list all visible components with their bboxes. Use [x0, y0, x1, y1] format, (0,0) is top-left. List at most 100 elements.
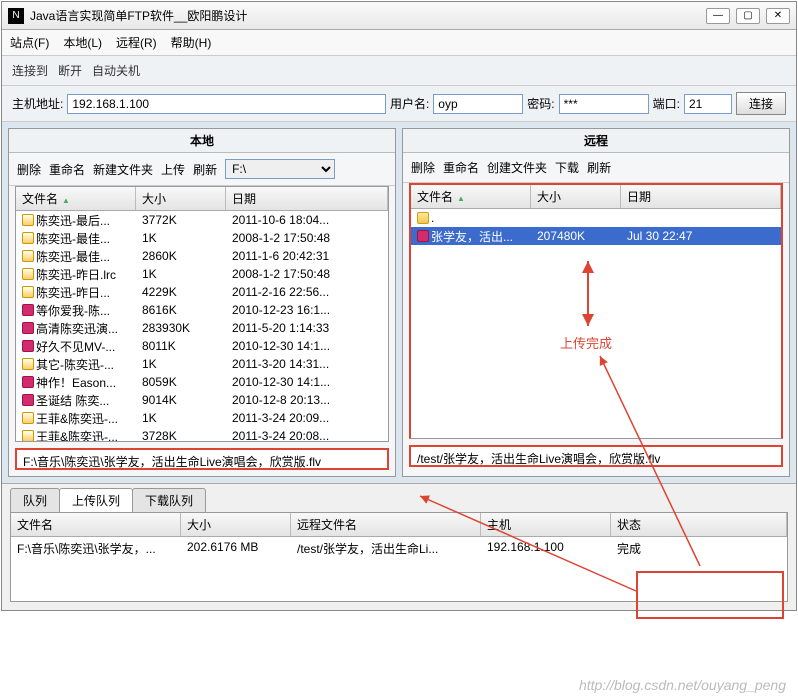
port-label: 端口: — [653, 95, 680, 112]
title-bar: N Java语言实现简单FTP软件__欧阳鹏设计 — ▢ ✕ — [2, 2, 796, 30]
file-size: 8011K — [136, 339, 226, 353]
remote-table: 文件名 大小 日期 . 张学友，活出...207480KJul 30 22:47 — [409, 183, 783, 439]
file-date: 2011-5-20 1:14:33 — [226, 321, 388, 335]
table-row[interactable]: 神作！Eason...8059K2010-12-30 14:1... — [16, 373, 388, 391]
file-date: 2011-3-24 20:08... — [226, 429, 388, 441]
local-drive-select[interactable]: F:\ — [225, 159, 335, 179]
table-row[interactable]: 高清陈奕迅演...283930K2011-5-20 1:14:33 — [16, 319, 388, 337]
remote-tbody[interactable]: . 张学友，活出...207480KJul 30 22:47 — [411, 209, 781, 439]
tab-download[interactable]: 下载队列 — [132, 488, 206, 512]
qcol-host[interactable]: 主机 — [481, 513, 611, 536]
local-tbody[interactable]: 陈奕迅-最后...3772K2011-10-6 18:04...陈奕迅-最佳..… — [16, 211, 388, 441]
file-size: 1K — [136, 357, 226, 371]
disconnect[interactable]: 断开 — [58, 62, 82, 79]
table-row[interactable]: 王菲&陈奕迅-...3728K2011-3-24 20:08... — [16, 427, 388, 441]
menu-remote[interactable]: 远程(R) — [116, 34, 157, 51]
toolbar: 连接到 断开 自动关机 — [2, 56, 796, 86]
remote-delete[interactable]: 删除 — [411, 159, 435, 176]
qcol-status[interactable]: 状态 — [611, 513, 787, 536]
host-input[interactable] — [67, 94, 386, 114]
table-row[interactable]: 王菲&陈奕迅-...1K2011-3-24 20:09... — [16, 409, 388, 427]
file-icon — [22, 340, 34, 352]
file-icon — [22, 394, 34, 406]
file-icon — [22, 268, 34, 280]
remote-col-date[interactable]: 日期 — [621, 185, 781, 208]
local-pane: 本地 删除 重命名 新建文件夹 上传 刷新 F:\ 文件名 大小 日期 陈奕迅-… — [8, 128, 396, 477]
menu-bar: 站点(F) 本地(L) 远程(R) 帮助(H) — [2, 30, 796, 56]
local-rename[interactable]: 重命名 — [49, 161, 85, 178]
maximize-button[interactable]: ▢ — [736, 8, 760, 24]
qcol-size[interactable]: 大小 — [181, 513, 291, 536]
remote-col-name[interactable]: 文件名 — [411, 185, 531, 208]
local-refresh[interactable]: 刷新 — [193, 161, 217, 178]
table-row[interactable]: 等你爱我-陈...8616K2010-12-23 16:1... — [16, 301, 388, 319]
file-date: 2011-3-20 14:31... — [226, 357, 388, 371]
remote-rename[interactable]: 重命名 — [443, 159, 479, 176]
file-name: 陈奕迅-最佳... — [36, 248, 110, 265]
table-row[interactable]: 陈奕迅-最后...3772K2011-10-6 18:04... — [16, 211, 388, 229]
auto-shutdown[interactable]: 自动关机 — [92, 62, 140, 79]
remote-newfolder[interactable]: 创建文件夹 — [487, 159, 547, 176]
qcol-rname[interactable]: 远程文件名 — [291, 513, 481, 536]
file-icon — [22, 412, 34, 424]
file-name: . — [431, 211, 434, 225]
file-size: 4229K — [136, 285, 226, 299]
local-col-date[interactable]: 日期 — [226, 187, 388, 210]
file-date: 2008-1-2 17:50:48 — [226, 231, 388, 245]
file-icon — [22, 358, 34, 370]
file-size: 283930K — [136, 321, 226, 335]
user-input[interactable] — [433, 94, 523, 114]
pass-input[interactable] — [559, 94, 649, 114]
tab-queue[interactable]: 队列 — [10, 488, 60, 512]
connect-button[interactable]: 连接 — [736, 92, 786, 115]
local-newfolder[interactable]: 新建文件夹 — [93, 161, 153, 178]
table-row[interactable]: 陈奕迅-最佳...2860K2011-1-6 20:42:31 — [16, 247, 388, 265]
connect-to[interactable]: 连接到 — [12, 62, 48, 79]
local-upload[interactable]: 上传 — [161, 161, 185, 178]
file-date: 2008-1-2 17:50:48 — [226, 267, 388, 281]
remote-col-size[interactable]: 大小 — [531, 185, 621, 208]
file-name: 其它-陈奕迅-... — [36, 356, 114, 373]
app-window: N Java语言实现简单FTP软件__欧阳鹏设计 — ▢ ✕ 站点(F) 本地(… — [1, 1, 797, 611]
file-name: 等你爱我-陈... — [36, 302, 110, 319]
file-date: 2010-12-30 14:1... — [226, 339, 388, 353]
remote-download[interactable]: 下载 — [555, 159, 579, 176]
queue-row[interactable]: F:\音乐\陈奕迅\张学友，... 202.6176 MB /test/张学友，… — [11, 537, 787, 560]
table-row[interactable]: . — [411, 209, 781, 227]
table-row[interactable]: 其它-陈奕迅-... 1K2011-3-20 14:31... — [16, 355, 388, 373]
tab-upload[interactable]: 上传队列 — [59, 488, 133, 512]
port-input[interactable] — [684, 94, 732, 114]
table-row[interactable]: 陈奕迅-最佳...1K2008-1-2 17:50:48 — [16, 229, 388, 247]
menu-help[interactable]: 帮助(H) — [171, 34, 212, 51]
app-icon: N — [8, 8, 24, 24]
user-label: 用户名: — [390, 95, 429, 112]
file-name: 圣诞结 陈奕... — [36, 392, 109, 409]
file-size: 1K — [136, 411, 226, 425]
file-icon — [22, 232, 34, 244]
table-row[interactable]: 张学友，活出...207480KJul 30 22:47 — [411, 227, 781, 245]
q-status: 完成 — [611, 537, 787, 560]
minimize-button[interactable]: — — [706, 8, 730, 24]
table-row[interactable]: 好久不见MV-...8011K2010-12-30 14:1... — [16, 337, 388, 355]
menu-site[interactable]: 站点(F) — [10, 34, 49, 51]
local-col-name[interactable]: 文件名 — [16, 187, 136, 210]
file-icon — [22, 322, 34, 334]
file-name: 神作！Eason... — [36, 374, 116, 391]
table-row[interactable]: 陈奕迅-昨日.lrc1K2008-1-2 17:50:48 — [16, 265, 388, 283]
close-button[interactable]: ✕ — [766, 8, 790, 24]
local-delete[interactable]: 删除 — [17, 161, 41, 178]
file-date: 2011-2-16 22:56... — [226, 285, 388, 299]
file-icon — [22, 214, 34, 226]
qcol-name[interactable]: 文件名 — [11, 513, 181, 536]
table-row[interactable]: 圣诞结 陈奕...9014K2010-12-8 20:13... — [16, 391, 388, 409]
menu-local[interactable]: 本地(L) — [63, 34, 102, 51]
file-size: 8059K — [136, 375, 226, 389]
table-row[interactable]: 陈奕迅-昨日...4229K2011-2-16 22:56... — [16, 283, 388, 301]
file-size: 3728K — [136, 429, 226, 441]
local-col-size[interactable]: 大小 — [136, 187, 226, 210]
q-name: F:\音乐\陈奕迅\张学友，... — [11, 537, 181, 560]
file-size: 1K — [136, 267, 226, 281]
remote-refresh[interactable]: 刷新 — [587, 159, 611, 176]
local-ops: 删除 重命名 新建文件夹 上传 刷新 F:\ — [9, 153, 395, 186]
local-table: 文件名 大小 日期 陈奕迅-最后...3772K2011-10-6 18:04.… — [15, 186, 389, 442]
